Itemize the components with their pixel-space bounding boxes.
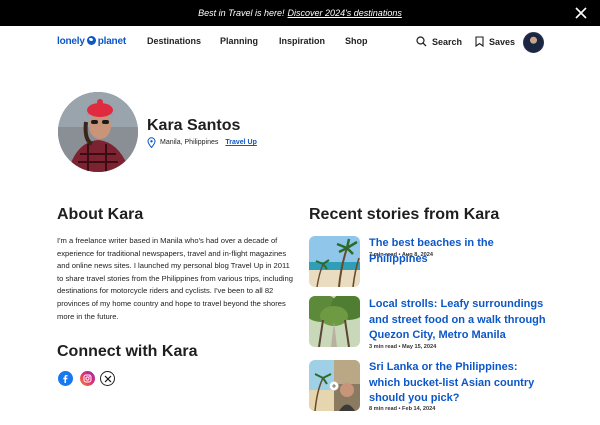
story-thumbnail-quezon[interactable] [309, 296, 360, 347]
profile-name: Kara Santos [147, 117, 241, 134]
about-bio: I'm a freelance writer based in Manila w… [57, 236, 293, 321]
story-title-quezon[interactable]: Local strolls: Leafy surroundings and st… [369, 297, 549, 344]
profile-location-row: Manila, Philippines Travel Up [147, 137, 257, 148]
location-text: Manila, Philippines [160, 139, 219, 146]
main-nav: lonely planet Destinations Planning Inspi… [0, 26, 600, 60]
blog-link[interactable]: Travel Up [225, 139, 257, 146]
nav-inspiration[interactable]: Inspiration [279, 36, 325, 46]
location-pin-icon [147, 137, 156, 148]
search-icon [416, 36, 427, 47]
instagram-icon[interactable] [80, 371, 95, 386]
banner-text: Best in Travel is here! [198, 8, 285, 18]
recent-stories-heading: Recent stories from Kara [309, 206, 500, 223]
profile-photo [58, 92, 138, 172]
connect-heading: Connect with Kara [57, 343, 198, 360]
story-meta-srilanka: 8 min read • Feb 14, 2024 [369, 406, 436, 412]
facebook-icon[interactable] [58, 371, 73, 386]
site-logo[interactable]: lonely planet [57, 36, 126, 47]
close-icon[interactable] [574, 6, 588, 20]
user-avatar[interactable] [523, 32, 544, 53]
about-heading: About Kara [57, 206, 144, 223]
banner-link[interactable]: Discover 2024's destinations [288, 8, 402, 18]
logo-text-right: planet [97, 36, 126, 47]
story-thumbnail-beaches[interactable] [309, 236, 360, 287]
search-button[interactable]: Search [416, 36, 462, 47]
search-label: Search [431, 36, 462, 47]
promo-banner: Best in Travel is here! Discover 2024's … [0, 0, 600, 26]
story-title-srilanka[interactable]: Sri Lanka or the Philippines: which buck… [369, 360, 549, 407]
logo-text-left: lonely [57, 36, 85, 47]
nav-shop[interactable]: Shop [345, 36, 368, 46]
nav-planning[interactable]: Planning [220, 36, 258, 46]
saves-button[interactable]: Saves [475, 36, 515, 47]
nav-destinations[interactable]: Destinations [147, 36, 201, 46]
saves-label: Saves [488, 36, 515, 47]
story-meta-beaches: 7 min read • Aug 8, 2024 [369, 252, 433, 258]
story-meta-quezon: 3 min read • May 15, 2024 [369, 344, 437, 350]
x-icon[interactable] [100, 371, 115, 386]
story-thumbnail-srilanka[interactable] [309, 360, 360, 411]
globe-icon [86, 36, 96, 45]
bookmark-icon [475, 36, 484, 47]
